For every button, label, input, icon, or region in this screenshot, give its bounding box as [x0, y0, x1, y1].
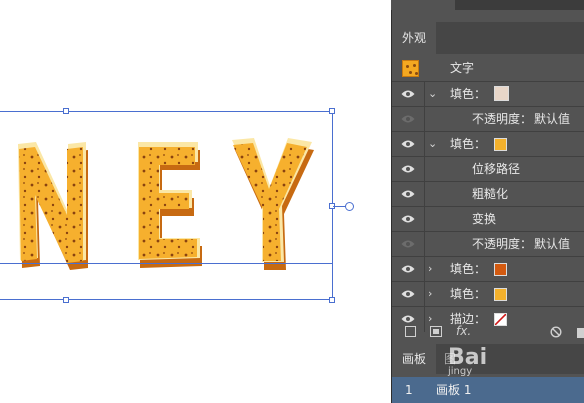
- color-swatch[interactable]: [494, 138, 507, 151]
- color-swatch[interactable]: [494, 263, 507, 276]
- row-value[interactable]: 默认值: [534, 107, 570, 132]
- artboard-canvas[interactable]: [0, 0, 391, 403]
- visibility-toggle[interactable]: [392, 257, 425, 282]
- tab-appearance[interactable]: 外观: [392, 22, 436, 54]
- fx-icon[interactable]: fx.: [456, 324, 471, 338]
- appearance-row[interactable]: › 填色：: [392, 281, 584, 307]
- visibility-toggle[interactable]: [392, 282, 425, 307]
- row-value[interactable]: 默认值: [534, 232, 570, 257]
- watermark-logo: Bai jingy: [448, 345, 488, 377]
- new-fill-icon[interactable]: [430, 326, 442, 340]
- eye-icon: [401, 165, 415, 173]
- appearance-row[interactable]: › 填色：: [392, 256, 584, 282]
- eye-icon: [401, 240, 415, 248]
- new-stroke-icon[interactable]: [405, 326, 416, 340]
- chevron-right-icon[interactable]: ›: [428, 288, 432, 300]
- visibility-toggle[interactable]: [392, 157, 425, 182]
- row-label: 变换: [472, 212, 497, 226]
- object-thumbnail: [402, 60, 419, 77]
- resize-handle-bottom[interactable]: [63, 297, 69, 303]
- rotate-handle[interactable]: [345, 202, 354, 211]
- object-row[interactable]: 文字: [392, 56, 584, 81]
- visibility-toggle[interactable]: [392, 107, 425, 132]
- eye-icon: [401, 90, 415, 98]
- appearance-row[interactable]: 变换: [392, 206, 584, 232]
- row-label: 填色：: [450, 262, 487, 276]
- color-swatch[interactable]: [494, 86, 509, 101]
- appearance-row[interactable]: ⌄ 填色：: [392, 131, 584, 157]
- row-label: 粗糙化: [472, 187, 509, 201]
- resize-handle-top[interactable]: [63, 108, 69, 114]
- row-label: 不透明度：: [472, 237, 533, 251]
- appearance-row[interactable]: 不透明度： 默认值: [392, 231, 584, 257]
- appearance-panel: 外观 文字 ⌄ 填色： 不透明度： 默认值 ⌄ 填色： 位移路径 粗糙化 变换 不透明度： 默认值 ›…: [391, 10, 584, 403]
- visibility-toggle[interactable]: [392, 232, 425, 257]
- top-bar: [391, 0, 584, 10]
- visibility-toggle[interactable]: [392, 182, 425, 207]
- row-label: 位移路径: [472, 162, 521, 176]
- eye-icon: [401, 290, 415, 298]
- object-label: 文字: [450, 61, 475, 75]
- visibility-toggle[interactable]: [392, 132, 425, 157]
- eye-icon: [401, 190, 415, 198]
- visibility-toggle[interactable]: [392, 82, 425, 107]
- appearance-row[interactable]: ⌄ 填色：: [392, 81, 584, 107]
- artboard-index: 1: [405, 383, 413, 397]
- resize-handle-bottom-right[interactable]: [329, 297, 335, 303]
- appearance-row[interactable]: 粗糙化: [392, 181, 584, 207]
- color-swatch[interactable]: [494, 288, 507, 301]
- appearance-row[interactable]: 不透明度： 默认值: [392, 106, 584, 132]
- chevron-down-icon[interactable]: ⌄: [428, 138, 437, 150]
- eye-icon: [401, 140, 415, 148]
- row-label: 填色：: [450, 287, 487, 301]
- artboard-row[interactable]: 1 画板 1: [392, 377, 584, 403]
- panel-footer: fx.: [392, 323, 584, 343]
- eye-icon: [401, 215, 415, 223]
- appearance-row[interactable]: 位移路径: [392, 156, 584, 182]
- row-label: 填色：: [450, 87, 487, 101]
- row-label: 填色：: [450, 137, 487, 151]
- artboard-name: 画板 1: [436, 383, 472, 397]
- chevron-right-icon[interactable]: ›: [428, 263, 432, 275]
- eye-icon: [401, 265, 415, 273]
- resize-handle-top-right[interactable]: [329, 108, 335, 114]
- row-label: 不透明度：: [472, 112, 533, 126]
- chevron-down-icon[interactable]: ⌄: [428, 88, 437, 100]
- text-baseline: [0, 263, 333, 264]
- clear-icon[interactable]: [550, 326, 562, 341]
- delete-icon[interactable]: [577, 326, 584, 341]
- tab-artboards[interactable]: 画板: [392, 344, 436, 374]
- visibility-toggle[interactable]: [392, 207, 425, 232]
- top-bar-tab: [455, 0, 584, 10]
- selection-bounding-box[interactable]: [0, 111, 333, 300]
- eye-icon: [401, 115, 415, 123]
